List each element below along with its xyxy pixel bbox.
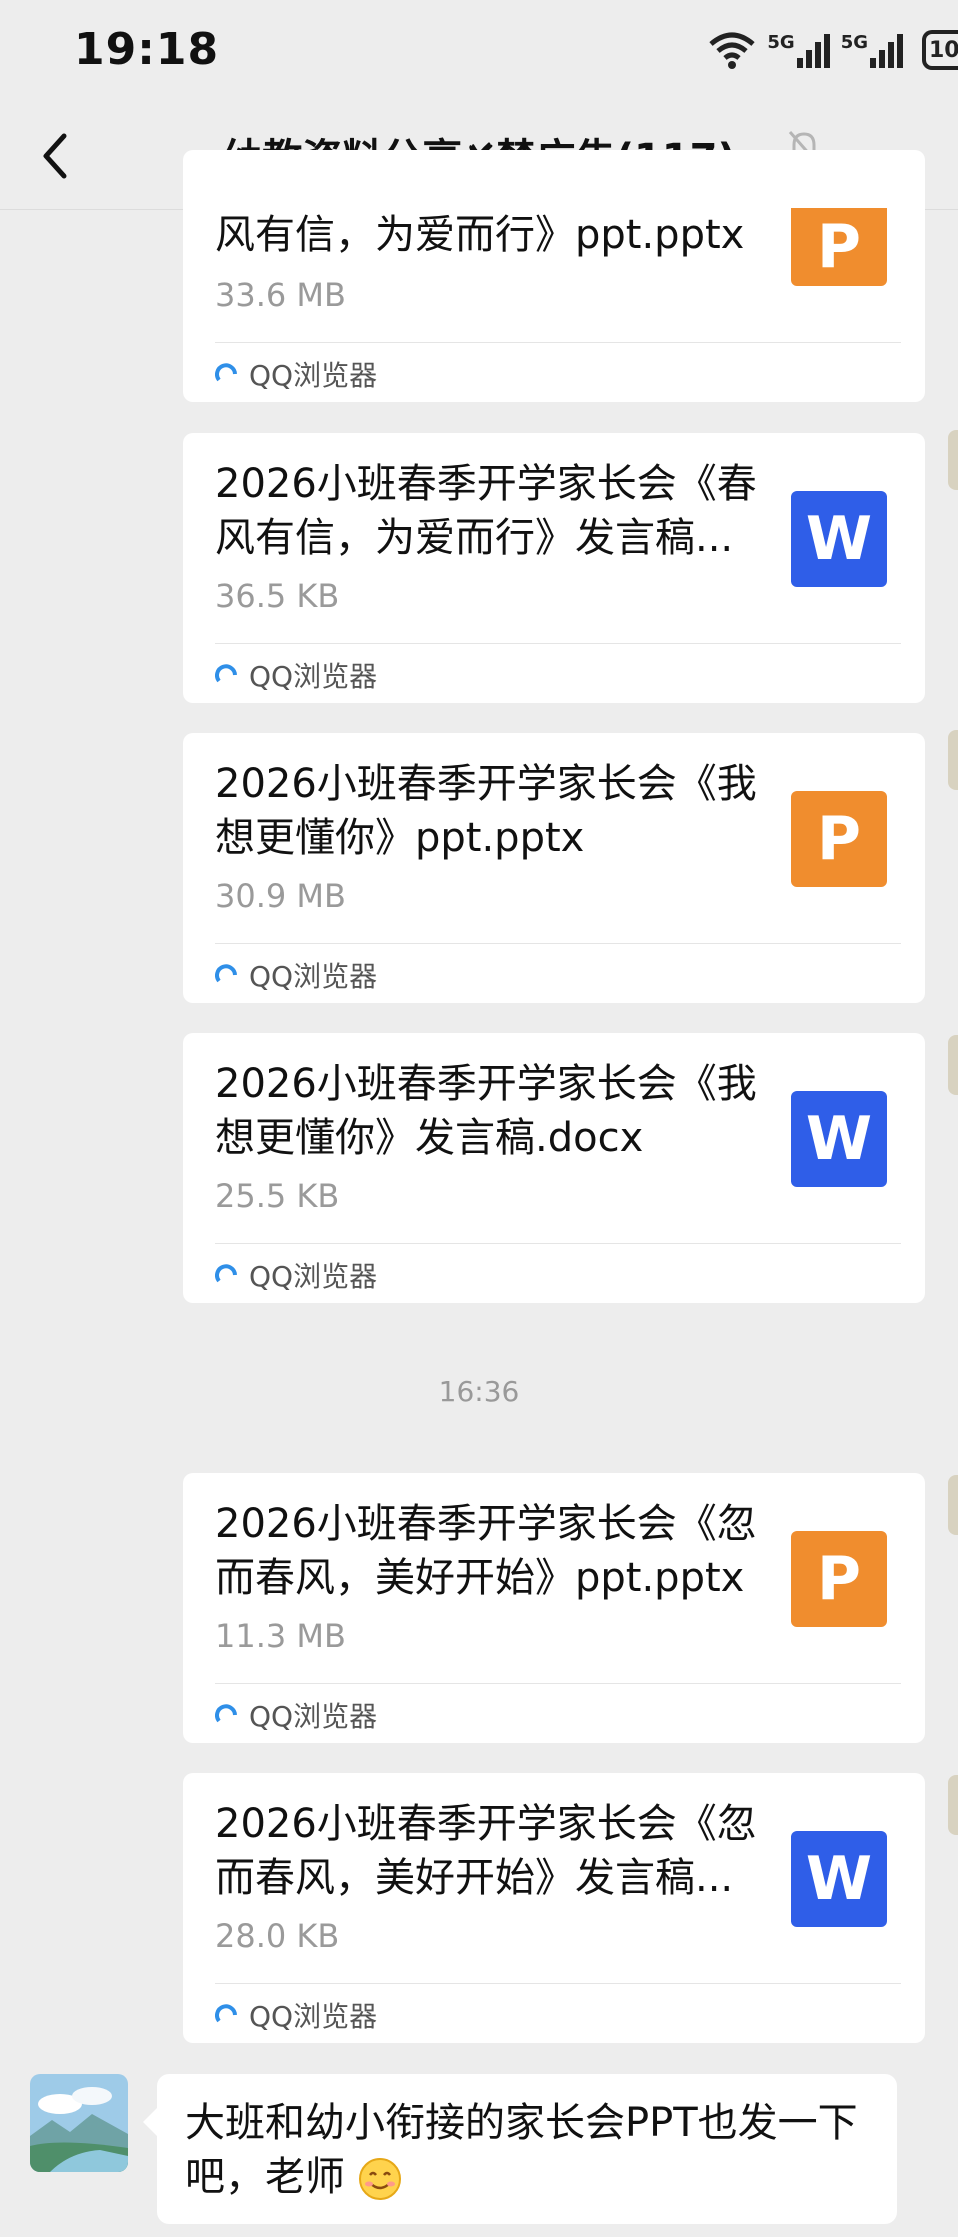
right-edge-mark [948, 430, 958, 490]
ppt-file-icon: P [791, 791, 887, 887]
qq-browser-icon [215, 664, 237, 683]
card-divider [215, 1683, 901, 1684]
signal-2: 5G [841, 32, 904, 68]
card-divider [215, 1243, 901, 1244]
file-name: 2026小班春季开学家长会《春风有信，为爱而行》发言稿... [215, 461, 757, 561]
source-row: QQ浏览器 [215, 354, 377, 394]
card-divider [215, 643, 901, 644]
landscape-avatar-image [30, 2074, 128, 2172]
source-label: QQ浏览器 [249, 1260, 378, 1293]
status-time: 19:18 [74, 24, 220, 75]
message-text: 大班和幼小衔接的家长会PPT也发一下吧，老师 [185, 2096, 875, 2204]
right-edge-mark [948, 1035, 958, 1095]
message-timestamp: 16:36 [438, 1375, 520, 1408]
card-divider [215, 943, 901, 944]
signal-bars-icon [870, 34, 903, 68]
file-message-card[interactable]: 风有信，为爱而行》ppt.pptx 33.6 MB P QQ浏览器 [183, 150, 925, 402]
source-label: QQ浏览器 [249, 1700, 378, 1733]
source-row: QQ浏览器 [215, 1255, 377, 1295]
ppt-file-icon: P [791, 1531, 887, 1627]
file-name: 风有信，为爱而行》ppt.pptx [215, 212, 745, 258]
file-name: 2026小班春季开学家长会《我想更懂你》发言稿.docx [215, 1061, 757, 1161]
source-row: QQ浏览器 [215, 955, 377, 995]
file-size: 25.5 KB [215, 1177, 340, 1215]
file-size: 28.0 KB [215, 1917, 340, 1955]
wifi-icon [709, 32, 756, 69]
right-edge-mark [948, 1775, 958, 1835]
message-bubble[interactable]: 大班和幼小衔接的家长会PPT也发一下吧，老师 [143, 2074, 897, 2224]
status-icons: 5G 5G 10 [707, 28, 958, 72]
file-size: 11.3 MB [215, 1617, 346, 1655]
source-row: QQ浏览器 [215, 1995, 377, 2035]
message-text-content: 大班和幼小衔接的家长会PPT也发一下吧，老师 [185, 2100, 858, 2200]
ppt-file-icon: P [791, 208, 887, 286]
qq-browser-icon [215, 2004, 237, 2023]
source-label: QQ浏览器 [249, 960, 378, 993]
qq-browser-icon [215, 964, 237, 983]
status-bar: 19:18 5G 5G 10 [0, 0, 958, 100]
qq-browser-icon [215, 1704, 237, 1723]
battery-icon: 10 [922, 30, 958, 70]
file-message-card[interactable]: 2026小班春季开学家长会《我想更懂你》ppt.pptx 30.9 MB P Q… [183, 733, 925, 1003]
network-label-2: 5G [840, 32, 868, 53]
qq-browser-icon [215, 363, 237, 382]
signal-bars-icon [796, 34, 830, 68]
file-message-card[interactable]: 2026小班春季开学家长会《春风有信，为爱而行》发言稿... 36.5 KB W… [183, 433, 925, 703]
file-message-card[interactable]: 2026小班春季开学家长会《忽而春风，美好开始》ppt.pptx 11.3 MB… [183, 1473, 925, 1743]
file-size: 36.5 KB [215, 577, 340, 615]
word-file-icon: W [791, 1091, 887, 1187]
signal-1: 5G [767, 32, 830, 68]
smile-emoji-icon [358, 2158, 401, 2200]
source-row: QQ浏览器 [215, 655, 377, 695]
source-label: QQ浏览器 [249, 660, 378, 693]
card-divider [215, 342, 901, 343]
card-divider [215, 1983, 901, 1984]
battery-level: 10 [929, 37, 958, 63]
file-size: 30.9 MB [215, 877, 346, 915]
source-label: QQ浏览器 [249, 2000, 378, 2033]
word-file-icon: W [791, 1831, 887, 1927]
file-name: 2026小班春季开学家长会《忽而春风，美好开始》发言稿... [215, 1801, 757, 1901]
file-name: 2026小班春季开学家长会《我想更懂你》ppt.pptx [215, 761, 757, 861]
file-size: 33.6 MB [215, 276, 346, 314]
qq-browser-icon [215, 1264, 237, 1283]
avatar[interactable] [30, 2074, 128, 2172]
source-row: QQ浏览器 [215, 1695, 377, 1735]
right-edge-mark [948, 730, 958, 790]
file-message-card[interactable]: 2026小班春季开学家长会《我想更懂你》发言稿.docx 25.5 KB W Q… [183, 1033, 925, 1303]
network-label-1: 5G [767, 32, 795, 53]
source-label: QQ浏览器 [249, 359, 378, 392]
file-message-card[interactable]: 2026小班春季开学家长会《忽而春风，美好开始》发言稿... 28.0 KB W… [183, 1773, 925, 2043]
file-name: 2026小班春季开学家长会《忽而春风，美好开始》ppt.pptx [215, 1501, 757, 1601]
word-file-icon: W [791, 491, 887, 587]
right-edge-mark [948, 1475, 958, 1535]
